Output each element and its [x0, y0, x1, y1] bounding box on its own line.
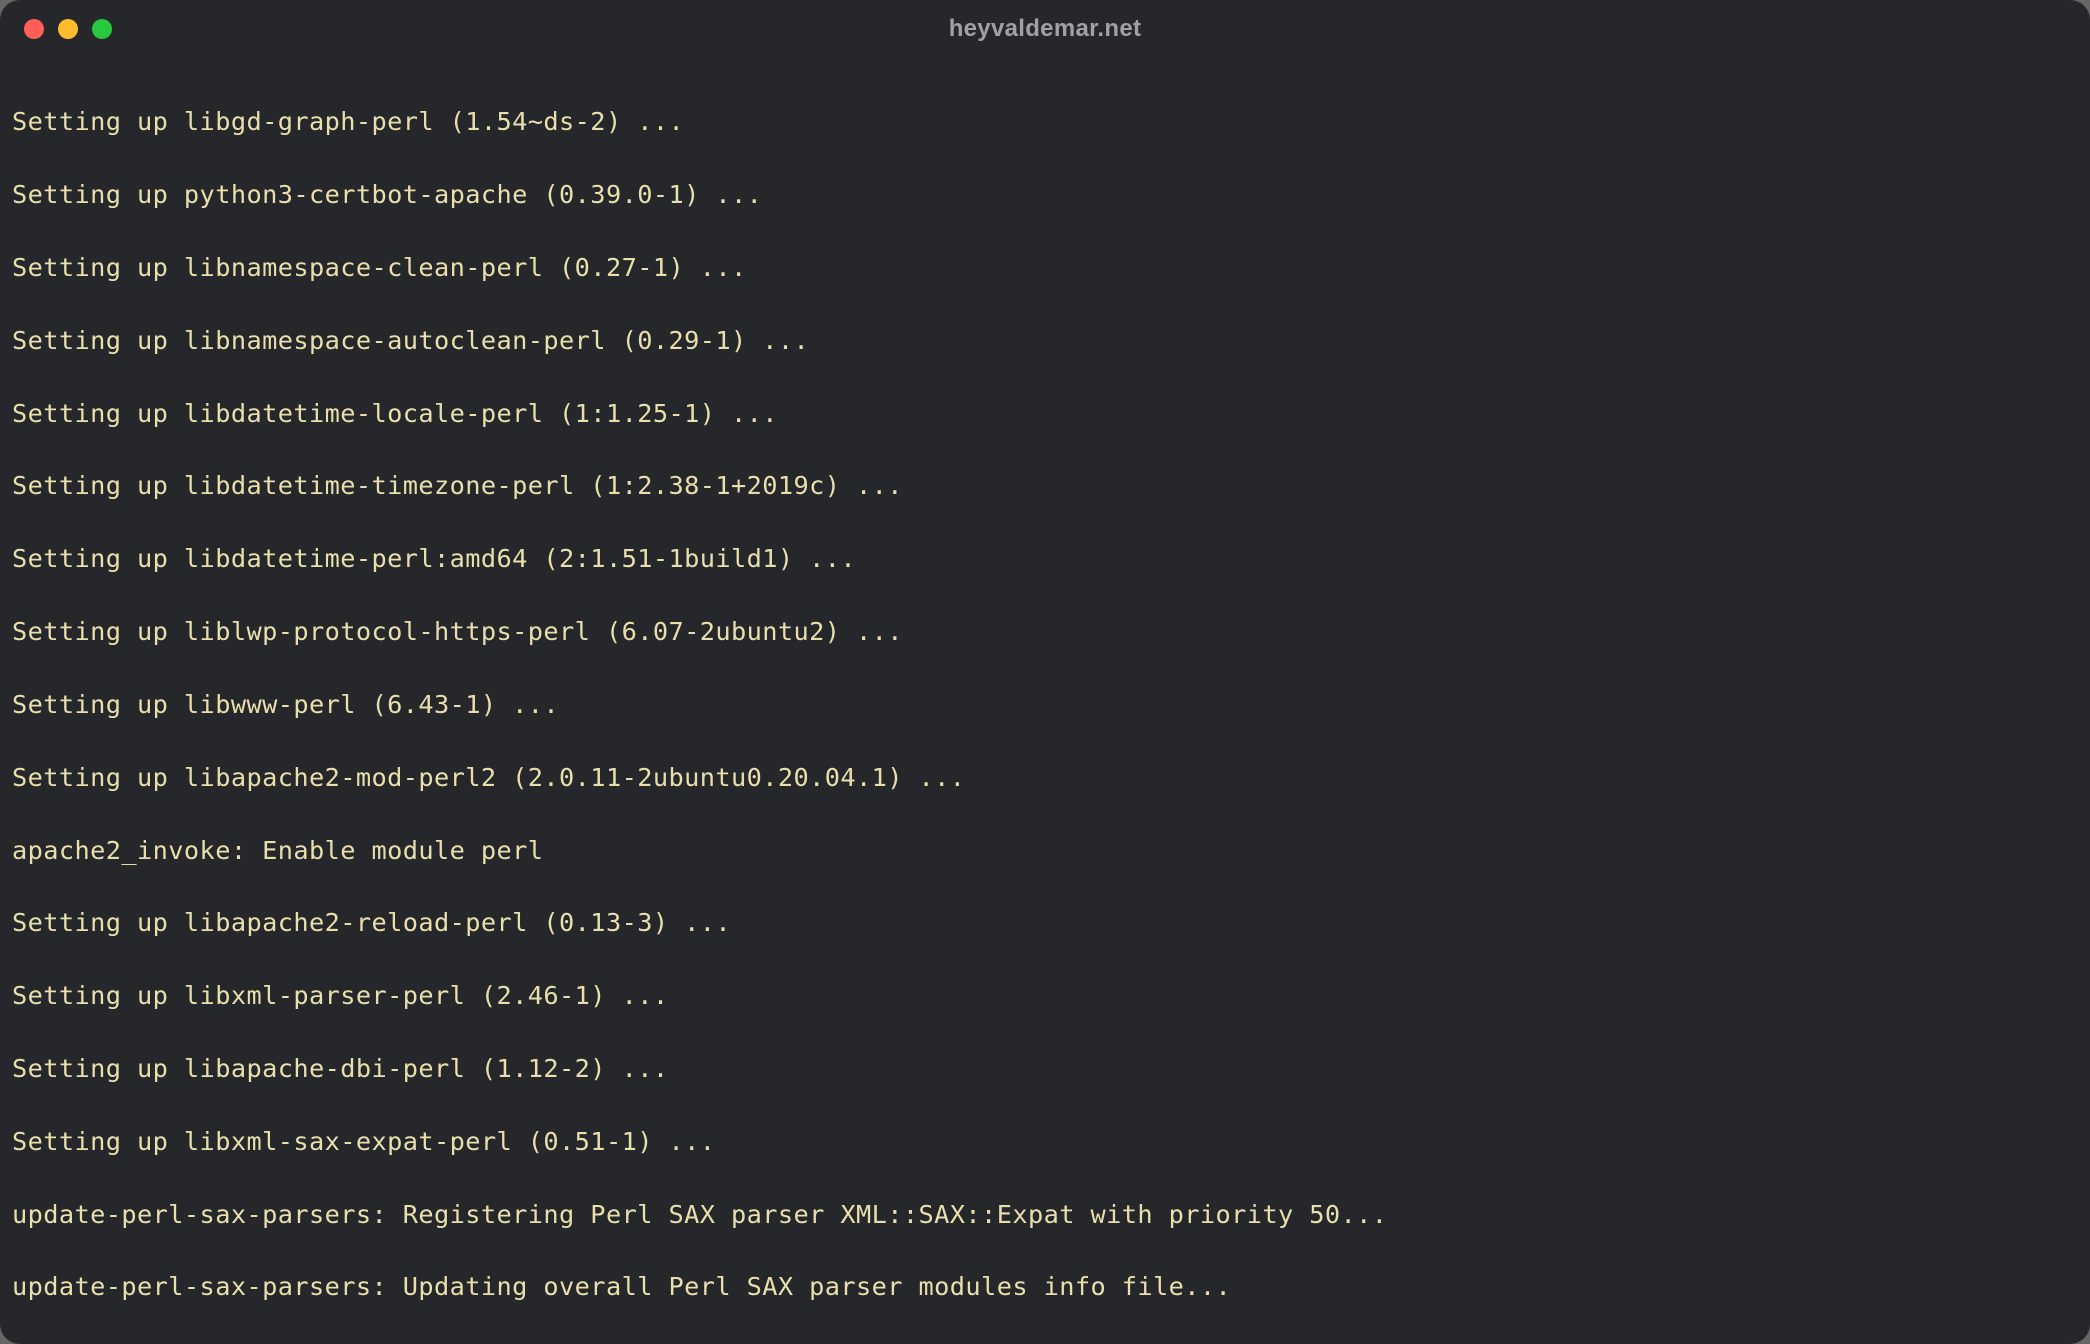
output-line: Setting up libapache2-reload-perl (0.13-… [12, 905, 2078, 941]
output-line: Setting up libdatetime-locale-perl (1:1.… [12, 396, 2078, 432]
output-line: update-perl-sax-parsers: Updating overal… [12, 1269, 2078, 1305]
output-line: Setting up libgd-graph-perl (1.54~ds-2) … [12, 104, 2078, 140]
titlebar: heyvaldemar.net [0, 0, 2090, 58]
output-line: Setting up libdatetime-perl:amd64 (2:1.5… [12, 541, 2078, 577]
output-line: Setting up python3-certbot-apache (0.39.… [12, 177, 2078, 213]
maximize-icon[interactable] [92, 19, 112, 39]
output-line: Setting up libnamespace-clean-perl (0.27… [12, 250, 2078, 286]
output-line: Setting up libxml-sax-expat-perl (0.51-1… [12, 1124, 2078, 1160]
output-line: Setting up libnamespace-autoclean-perl (… [12, 323, 2078, 359]
terminal-window: heyvaldemar.net Setting up libgd-graph-p… [0, 0, 2090, 1344]
minimize-icon[interactable] [58, 19, 78, 39]
output-line: Setting up libdatetime-timezone-perl (1:… [12, 468, 2078, 504]
output-line: Setting up libapache-dbi-perl (1.12-2) .… [12, 1051, 2078, 1087]
output-line: Setting up liblwp-protocol-https-perl (6… [12, 614, 2078, 650]
traffic-lights [24, 19, 112, 39]
window-title: heyvaldemar.net [0, 15, 2090, 43]
terminal-body[interactable]: Setting up libgd-graph-perl (1.54~ds-2) … [0, 58, 2090, 1344]
output-line: Setting up libxml-parser-perl (2.46-1) .… [12, 978, 2078, 1014]
close-icon[interactable] [24, 19, 44, 39]
output-line: Setting up libwww-perl (6.43-1) ... [12, 687, 2078, 723]
output-line: apache2_invoke: Enable module perl [12, 833, 2078, 869]
output-line: update-perl-sax-parsers: Registering Per… [12, 1197, 2078, 1233]
output-line: Setting up libapache2-mod-perl2 (2.0.11-… [12, 760, 2078, 796]
